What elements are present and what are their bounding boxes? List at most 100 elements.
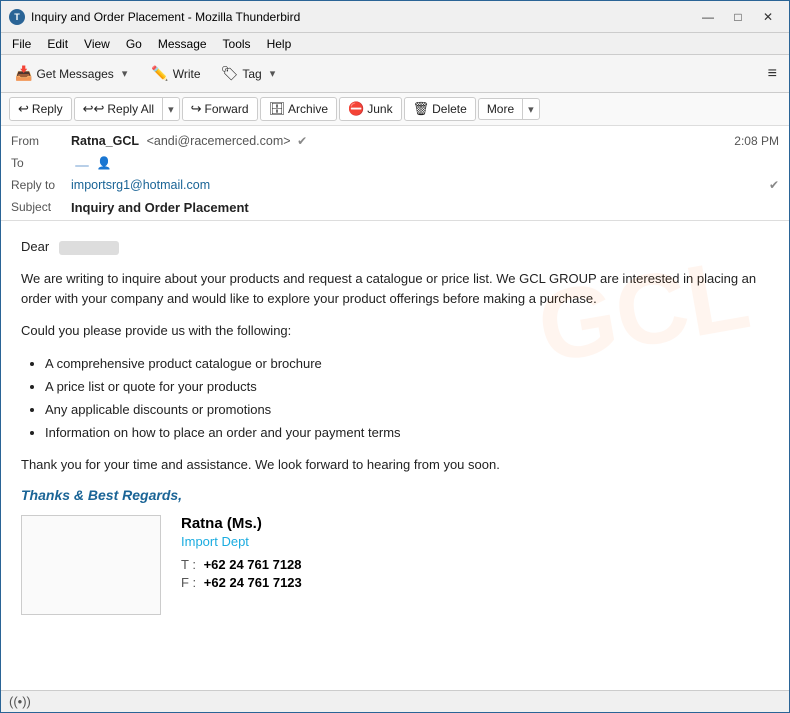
- minimize-button[interactable]: —: [695, 7, 721, 27]
- list-item: Information on how to place an order and…: [45, 423, 769, 443]
- email-meta: From Ratna_GCL <andi@racemerced.com> ✔ 2…: [1, 126, 789, 220]
- signature-info: Ratna (Ms.) Import Dept T : +62 24 761 7…: [181, 515, 302, 615]
- reply-all-button[interactable]: ↩↩ Reply All: [74, 97, 162, 121]
- title-bar: T Inquiry and Order Placement - Mozilla …: [1, 1, 789, 33]
- menu-file[interactable]: File: [5, 36, 38, 52]
- get-messages-button[interactable]: 📥 Get Messages ▾: [7, 61, 139, 86]
- delete-icon: 🗑: [413, 101, 430, 117]
- to-recipient-chip: [75, 165, 89, 167]
- reply-button[interactable]: ↩ Reply: [9, 97, 72, 121]
- action-bar: ↩ Reply ↩↩ Reply All ▾ ↪ Forward 🗄 Archi…: [1, 93, 789, 126]
- from-verified-icon: ✔: [297, 134, 307, 148]
- reply-all-split: ↩↩ Reply All ▾: [74, 97, 180, 121]
- to-value: 👤: [71, 156, 779, 170]
- tag-dropdown[interactable]: ▾: [266, 64, 280, 83]
- greeting-name: [59, 241, 119, 255]
- maximize-button[interactable]: □: [725, 7, 751, 27]
- tag-label: Tag: [242, 67, 261, 81]
- write-icon: ✏️: [151, 65, 168, 82]
- get-messages-icon: 📥: [15, 65, 32, 82]
- forward-button[interactable]: ↪ Forward: [182, 97, 258, 121]
- paragraph-1: We are writing to inquire about your pro…: [21, 269, 769, 309]
- sig-fax: F : +62 24 761 7123: [181, 575, 302, 590]
- email-time: 2:08 PM: [734, 134, 779, 148]
- menu-message[interactable]: Message: [151, 36, 214, 52]
- sig-fax-label: F :: [181, 575, 196, 590]
- to-icon: 👤: [96, 156, 111, 170]
- sig-fax-number: +62 24 761 7123: [204, 575, 302, 590]
- sig-phone: T : +62 24 761 7128: [181, 557, 302, 572]
- sig-name: Ratna (Ms.): [181, 515, 302, 532]
- archive-button[interactable]: 🗄 Archive: [260, 97, 338, 121]
- greeting-text: Dear: [21, 239, 49, 254]
- delete-label: Delete: [432, 102, 467, 116]
- close-button[interactable]: ✕: [755, 7, 781, 27]
- list-item: Any applicable discounts or promotions: [45, 400, 769, 420]
- reply-to-value: importsrg1@hotmail.com: [71, 178, 766, 192]
- subject-label: Subject: [11, 200, 71, 214]
- menu-go[interactable]: Go: [119, 36, 149, 52]
- app-icon: T: [9, 9, 25, 25]
- more-button[interactable]: More: [478, 98, 522, 120]
- junk-icon: ⛔: [348, 101, 364, 117]
- reply-to-icon: ✔: [769, 178, 779, 192]
- write-button[interactable]: ✏️ Write: [143, 62, 208, 85]
- closing-text: Thanks & Best Regards,: [21, 487, 769, 503]
- connection-icon: ((•)): [9, 694, 31, 709]
- subject-value: Inquiry and Order Placement: [71, 200, 779, 215]
- from-name: Ratna_GCL: [71, 134, 139, 148]
- reply-all-icon: ↩↩: [83, 101, 105, 117]
- subject-row: Subject Inquiry and Order Placement: [11, 196, 779, 218]
- reply-icon: ↩: [18, 101, 29, 117]
- reply-to-row: Reply to importsrg1@hotmail.com ✔: [11, 174, 779, 196]
- signature-logo: [21, 515, 161, 615]
- from-label: From: [11, 134, 71, 148]
- from-row: From Ratna_GCL <andi@racemerced.com> ✔ 2…: [11, 130, 779, 152]
- email-content: Dear We are writing to inquire about you…: [21, 237, 769, 475]
- status-bar: ((•)): [1, 690, 789, 712]
- reply-all-dropdown[interactable]: ▾: [162, 97, 180, 121]
- sig-phone-number: +62 24 761 7128: [204, 557, 302, 572]
- menu-bar: File Edit View Go Message Tools Help: [1, 33, 789, 55]
- greeting-paragraph: Dear: [21, 237, 769, 257]
- reply-to-label: Reply to: [11, 178, 71, 192]
- sig-dept: Import Dept: [181, 534, 302, 549]
- main-window: T Inquiry and Order Placement - Mozilla …: [0, 0, 790, 713]
- menu-view[interactable]: View: [77, 36, 117, 52]
- list-item: A comprehensive product catalogue or bro…: [45, 354, 769, 374]
- more-dropdown[interactable]: ▾: [522, 98, 540, 120]
- menu-tools[interactable]: Tools: [216, 36, 258, 52]
- menu-help[interactable]: Help: [260, 36, 299, 52]
- hamburger-menu-icon[interactable]: ≡: [762, 62, 783, 86]
- menu-edit[interactable]: Edit: [40, 36, 75, 52]
- to-row: To 👤: [11, 152, 779, 174]
- to-label: To: [11, 156, 71, 170]
- email-header: ↩ Reply ↩↩ Reply All ▾ ↪ Forward 🗄 Archi…: [1, 93, 789, 221]
- delete-button[interactable]: 🗑 Delete: [404, 97, 476, 121]
- bullet-list: A comprehensive product catalogue or bro…: [45, 354, 769, 444]
- more-label: More: [487, 102, 514, 116]
- window-title: Inquiry and Order Placement - Mozilla Th…: [31, 10, 695, 24]
- write-label: Write: [173, 67, 201, 81]
- archive-label: Archive: [288, 102, 328, 116]
- toolbar: 📥 Get Messages ▾ ✏️ Write 🏷 Tag ▾ ≡: [1, 55, 789, 93]
- tag-icon: 🏷: [221, 65, 239, 82]
- paragraph-2: Could you please provide us with the fol…: [21, 321, 769, 341]
- paragraph-3: Thank you for your time and assistance. …: [21, 455, 769, 475]
- sig-phone-label: T :: [181, 557, 196, 572]
- get-messages-label: Get Messages: [36, 67, 113, 81]
- junk-label: Junk: [367, 102, 392, 116]
- archive-icon: 🗄: [269, 101, 286, 117]
- from-email: <andi@racemerced.com>: [147, 134, 291, 148]
- reply-label: Reply: [32, 102, 63, 116]
- get-messages-dropdown[interactable]: ▾: [118, 64, 132, 83]
- forward-label: Forward: [205, 102, 249, 116]
- list-item: A price list or quote for your products: [45, 377, 769, 397]
- signature-block: Ratna (Ms.) Import Dept T : +62 24 761 7…: [21, 515, 769, 615]
- junk-button[interactable]: ⛔ Junk: [339, 97, 402, 121]
- more-split: More ▾: [478, 98, 540, 120]
- reply-all-label: Reply All: [107, 102, 154, 116]
- window-controls: — □ ✕: [695, 7, 781, 27]
- tag-button[interactable]: 🏷 Tag ▾: [213, 61, 288, 86]
- from-value: Ratna_GCL <andi@racemerced.com> ✔: [71, 134, 734, 148]
